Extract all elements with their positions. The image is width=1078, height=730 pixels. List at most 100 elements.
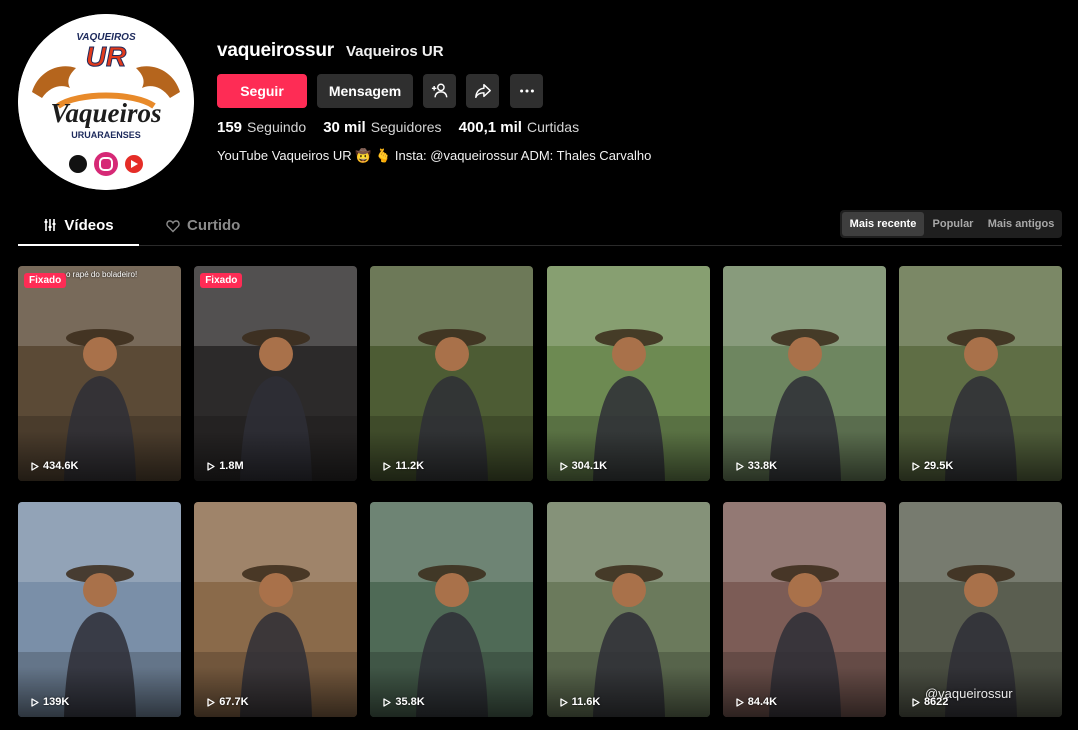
play-icon: [912, 461, 920, 471]
view-count-value: 84.4K: [747, 696, 778, 708]
profile-stats: 159 Seguindo 30 mil Seguidores 400,1 mil Cu…: [217, 119, 579, 136]
view-count: 1.8M: [207, 460, 244, 472]
view-count-value: 35.8K: [395, 696, 425, 708]
vaqueiros-logo: VAQUEIROS UR Vaqueiros URUARAENSES: [18, 14, 194, 190]
view-count-value: 434.6K: [43, 460, 79, 472]
followers-count: 30 mil: [323, 119, 366, 136]
play-icon: [383, 461, 392, 471]
profile-bio: YouTube Vaqueiros UR 🤠 🫰 Insta: @vaqueir…: [217, 148, 652, 163]
view-count: 67.7K: [207, 696, 249, 708]
thumbnail-gradient: [722, 667, 886, 717]
view-count-value: 304.1K: [571, 460, 608, 472]
view-count-value: 33.8K: [747, 460, 778, 472]
view-count: 8622: [912, 696, 948, 708]
play-icon: [736, 697, 744, 707]
view-count: 84.4K: [736, 696, 777, 708]
video-grid: Fixado o rapé do boladeiro! 434.6K Fixado 1.…: [18, 266, 1062, 717]
thumbnail-gradient: [18, 667, 181, 717]
play-icon: [207, 461, 215, 471]
video-card[interactable]: 304.1K: [546, 266, 710, 481]
follow-button[interactable]: Seguir: [217, 74, 307, 108]
logo-sub-text: URUARAENSES: [71, 130, 141, 140]
share-icon: [474, 83, 491, 99]
play-icon: [559, 461, 568, 471]
view-count-value: 11.2K: [395, 460, 425, 472]
likes-label: Curtidas: [526, 119, 580, 135]
video-card[interactable]: 33.8K: [722, 266, 886, 481]
more-options-button[interactable]: [510, 74, 543, 108]
add-friend-button[interactable]: [423, 74, 456, 108]
thumbnail-gradient: [546, 667, 710, 717]
view-count: 35.8K: [383, 696, 425, 708]
sort-latest[interactable]: Mais recente: [842, 212, 924, 236]
following-stat[interactable]: 159 Seguindo: [217, 119, 306, 136]
likes-count: 400,1 mil: [458, 119, 522, 136]
video-card[interactable]: @vaqueirossur 8622: [898, 502, 1062, 717]
username: vaqueirossur: [217, 40, 334, 61]
instagram-icon: [94, 152, 118, 176]
thumbnail-gradient: [722, 431, 886, 481]
sort-toggle: Mais recente Popular Mais antigos: [840, 210, 1062, 238]
thumbnail-gradient: [194, 667, 358, 717]
video-card[interactable]: 11.6K: [546, 502, 710, 717]
followers-label: Seguidores: [370, 119, 442, 135]
view-count: 11.2K: [383, 460, 424, 472]
ellipsis-icon: [519, 89, 534, 93]
share-button[interactable]: [466, 74, 499, 108]
video-card[interactable]: 29.5K: [898, 266, 1062, 481]
play-icon: [383, 697, 392, 707]
tab-videos-label: Vídeos: [64, 216, 114, 234]
likes-stat: 400,1 mil Curtidas: [459, 119, 580, 136]
nickname: Vaqueiros UR: [346, 43, 444, 60]
message-button[interactable]: Mensagem: [317, 74, 413, 108]
thumbnail-gradient: [898, 431, 1062, 481]
following-count: 159: [217, 119, 243, 136]
view-count: 434.6K: [31, 460, 78, 472]
sort-oldest[interactable]: Mais antigos: [982, 212, 1060, 236]
video-card[interactable]: 35.8K: [370, 502, 534, 717]
heart-icon: [166, 219, 180, 232]
grid-icon: [44, 219, 56, 231]
logo-ur-text: UR: [86, 41, 127, 72]
video-card[interactable]: 67.7K: [194, 502, 358, 717]
video-card[interactable]: Fixado 1.8M: [194, 266, 358, 481]
view-count-value: 67.7K: [219, 696, 249, 708]
play-icon: [31, 461, 39, 471]
view-count: 33.8K: [736, 460, 777, 472]
profile-avatar[interactable]: VAQUEIROS UR Vaqueiros URUARAENSES: [18, 14, 194, 190]
tab-liked[interactable]: Curtido: [166, 206, 240, 245]
view-count: 11.6K: [559, 696, 601, 708]
pinned-badge: Fixado: [200, 273, 243, 288]
view-count: 304.1K: [559, 460, 608, 472]
video-card[interactable]: 11.2K: [370, 266, 534, 481]
view-count-value: 8622: [923, 696, 949, 708]
logo-name-text: Vaqueiros: [50, 98, 161, 128]
video-card[interactable]: 84.4K: [722, 502, 886, 717]
tab-liked-label: Curtido: [187, 217, 241, 234]
view-count-value: 11.6K: [571, 696, 601, 708]
tab-videos[interactable]: Vídeos: [18, 206, 139, 246]
add-user-icon: [431, 83, 447, 98]
view-count-value: 139K: [43, 696, 70, 708]
video-card[interactable]: 139K: [18, 502, 181, 717]
view-count: 29.5K: [912, 460, 953, 472]
pinned-badge: Fixado: [24, 273, 67, 288]
thumbnail-gradient: [18, 431, 181, 481]
following-label: Seguindo: [247, 119, 307, 135]
thumbnail-gradient: [370, 431, 534, 481]
video-card[interactable]: Fixado o rapé do boladeiro! 434.6K: [18, 266, 181, 481]
thumbnail-gradient: [546, 431, 710, 481]
video-caption: o rapé do boladeiro!: [66, 270, 138, 279]
play-icon: [559, 697, 568, 707]
play-icon: [736, 461, 744, 471]
view-count-value: 1.8M: [219, 460, 244, 472]
thumbnail-gradient: [370, 667, 534, 717]
play-icon: [31, 697, 39, 707]
view-count-value: 29.5K: [923, 460, 954, 472]
sort-popular[interactable]: Popular: [924, 212, 982, 236]
view-count: 139K: [31, 696, 69, 708]
followers-stat[interactable]: 30 mil Seguidores: [323, 119, 441, 136]
tiktok-icon: [69, 155, 87, 173]
play-icon: [912, 697, 920, 707]
thumbnail-gradient: [194, 431, 358, 481]
